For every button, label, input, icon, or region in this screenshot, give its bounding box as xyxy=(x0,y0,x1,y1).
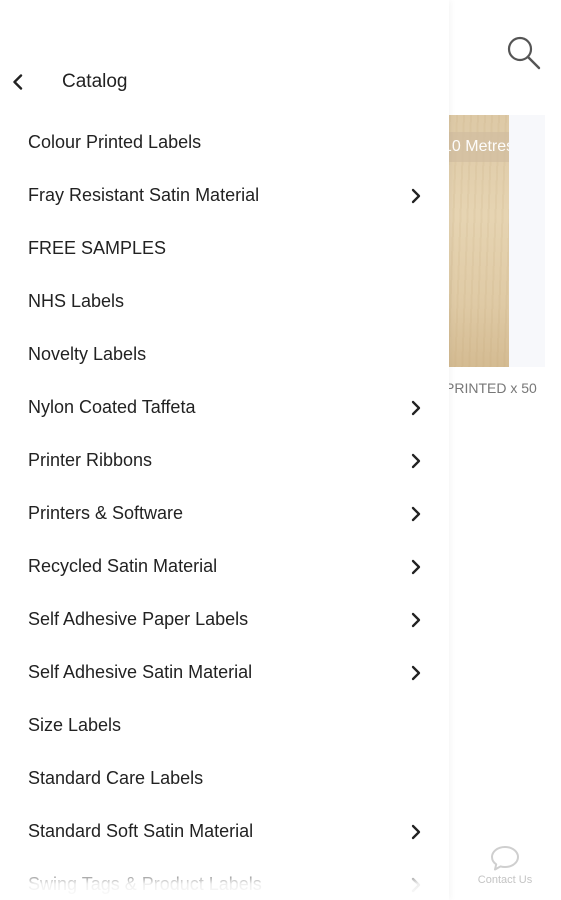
category-label: Standard Soft Satin Material xyxy=(28,821,254,841)
category-label: NHS Labels xyxy=(28,291,125,311)
category-item[interactable]: Printer Ribbons xyxy=(0,434,449,487)
category-item[interactable]: Printers & Software xyxy=(0,487,449,540)
chevron-right-icon xyxy=(409,665,423,681)
product-card[interactable]: 10 Metres xyxy=(449,115,545,367)
category-label: Novelty Labels xyxy=(28,344,147,364)
chevron-right-icon xyxy=(409,559,423,575)
chevron-right-icon xyxy=(409,400,423,416)
chevron-right-icon xyxy=(409,453,423,469)
chevron-right-icon xyxy=(409,188,423,204)
category-item[interactable]: Self Adhesive Satin Material xyxy=(0,646,449,699)
category-label: Printer Ribbons xyxy=(28,450,153,470)
back-button[interactable] xyxy=(6,66,34,98)
category-label: Self Adhesive Paper Labels xyxy=(28,609,249,629)
category-label: FREE SAMPLES xyxy=(28,238,167,258)
category-list: Colour Printed Labels Fray Resistant Sati… xyxy=(0,116,449,900)
chat-bubble-icon xyxy=(459,844,551,872)
product-image-caption: 10 Metres xyxy=(449,132,509,162)
category-item[interactable]: Colour Printed Labels xyxy=(0,116,449,169)
category-item[interactable]: Novelty Labels xyxy=(0,328,449,381)
category-label: Colour Printed Labels xyxy=(28,132,202,152)
chevron-right-icon xyxy=(409,612,423,628)
category-label: Swing Tags & Product Labels xyxy=(28,874,262,894)
product-title[interactable]: PRINTED x 50 xyxy=(449,380,549,396)
catalog-drawer: Catalog Colour Printed Labels Fray Resist… xyxy=(0,0,449,900)
product-image: 10 Metres xyxy=(449,115,509,367)
category-item[interactable]: Size Labels xyxy=(0,699,449,752)
search-button[interactable] xyxy=(503,32,543,72)
category-item[interactable]: Self Adhesive Paper Labels xyxy=(0,593,449,646)
drawer-header: Catalog xyxy=(0,56,449,108)
category-item[interactable]: Recycled Satin Material xyxy=(0,540,449,593)
category-label: Standard Care Labels xyxy=(28,768,204,788)
drawer-title: Catalog xyxy=(62,71,128,92)
chevron-right-icon xyxy=(409,506,423,522)
category-item[interactable]: Fray Resistant Satin Material xyxy=(0,169,449,222)
chevron-right-icon xyxy=(409,877,423,893)
chevron-right-icon xyxy=(409,824,423,840)
chevron-left-icon xyxy=(6,74,34,90)
category-label: Recycled Satin Material xyxy=(28,556,218,576)
search-icon xyxy=(503,32,543,72)
category-label: Printers & Software xyxy=(28,503,184,523)
category-item[interactable]: Standard Soft Satin Material xyxy=(0,805,449,858)
category-label: Fray Resistant Satin Material xyxy=(28,185,260,205)
category-label: Self Adhesive Satin Material xyxy=(28,662,253,682)
category-item[interactable]: NHS Labels xyxy=(0,275,449,328)
category-label: Nylon Coated Taffeta xyxy=(28,397,196,417)
category-item[interactable]: FREE SAMPLES xyxy=(0,222,449,275)
category-item[interactable]: Nylon Coated Taffeta xyxy=(0,381,449,434)
contact-us-button[interactable]: Contact Us xyxy=(459,844,551,886)
category-label: Size Labels xyxy=(28,715,122,735)
bottom-bar: Contact Us xyxy=(449,838,561,900)
category-item[interactable]: Swing Tags & Product Labels xyxy=(0,858,449,900)
contact-us-label: Contact Us xyxy=(477,874,533,886)
category-item[interactable]: Standard Care Labels xyxy=(0,752,449,805)
